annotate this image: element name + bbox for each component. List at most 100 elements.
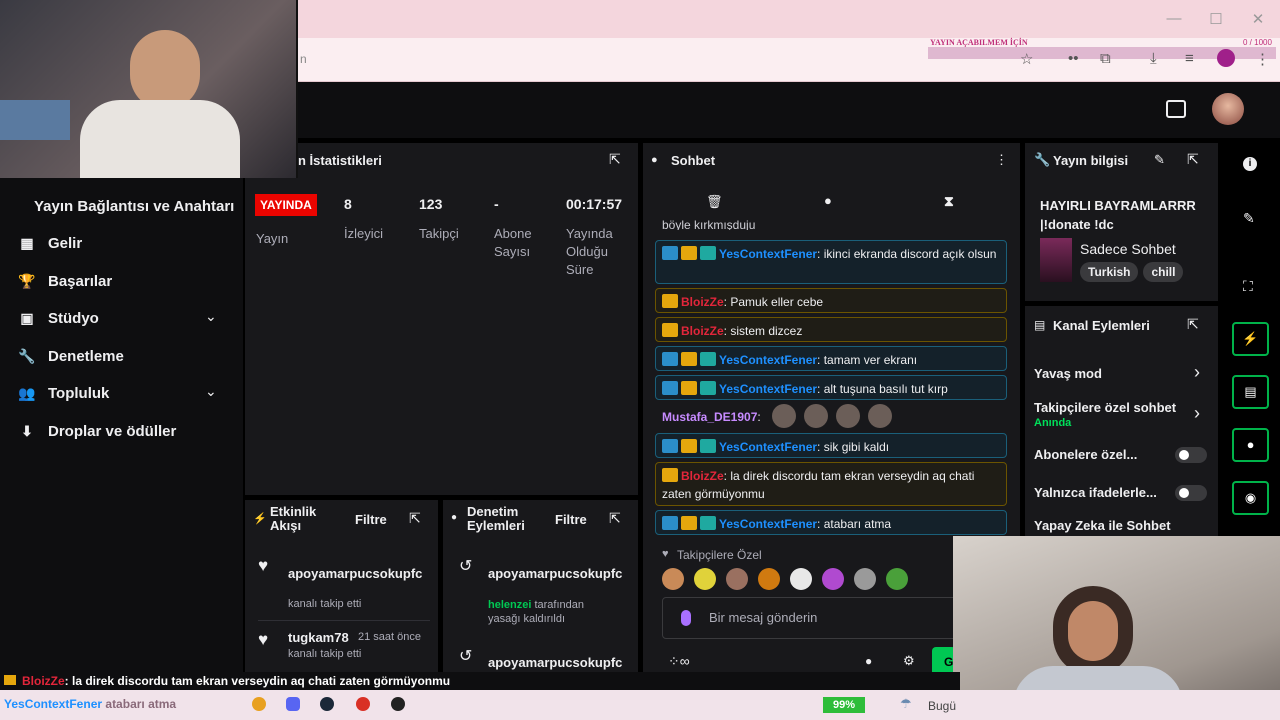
more-icon[interactable]: •• <box>1068 50 1079 67</box>
chat-username[interactable]: YesContextFener <box>719 440 817 454</box>
chevron-right-icon[interactable]: › <box>1194 403 1200 424</box>
stream-category[interactable]: Sadece Sohbet <box>1080 241 1176 257</box>
quick-action-lightning[interactable]: ⚡ <box>1232 322 1269 356</box>
chat-username[interactable]: YesContextFener <box>719 382 817 396</box>
chevron-down-icon[interactable]: ⌄ <box>205 308 217 325</box>
chevron-right-icon[interactable]: › <box>1194 362 1200 383</box>
tag[interactable]: chill <box>1143 262 1184 282</box>
extensions-icon[interactable]: ⧉ <box>1100 50 1111 67</box>
chat-input-placeholder: Bir mesaj gönderin <box>709 610 818 625</box>
browser-icon[interactable] <box>356 697 370 711</box>
chat-input[interactable]: Bir mesaj gönderin <box>662 597 962 639</box>
discord-icon[interactable] <box>286 697 300 711</box>
media-icon[interactable]: ≡ <box>1185 50 1194 67</box>
chat-message: YesContextFener: tamam ver ekranı <box>655 346 1007 371</box>
chat-username[interactable]: BloizZe <box>681 295 724 309</box>
info-icon[interactable]: i <box>1243 157 1257 171</box>
emote-icon <box>868 404 892 428</box>
moderation-filter-button[interactable]: Filtre <box>555 512 587 527</box>
steam-icon[interactable] <box>320 697 334 711</box>
emote-icon[interactable] <box>694 568 716 590</box>
emote-icon[interactable] <box>726 568 748 590</box>
stream-title-line-2: |!donate !dc <box>1040 217 1114 232</box>
chat-username[interactable]: BloizZe <box>681 469 724 483</box>
chrome-icon[interactable] <box>252 697 266 711</box>
popout-icon[interactable]: ⇱ <box>609 151 621 168</box>
popout-icon[interactable]: ⇱ <box>409 510 421 527</box>
popout-icon[interactable]: ⇱ <box>1187 151 1199 168</box>
followers-label: Takipçi <box>419 226 459 241</box>
chat-username[interactable]: YesContextFener <box>719 247 817 261</box>
hourglass-icon[interactable]: ⧗ <box>944 193 954 210</box>
avatar[interactable] <box>1212 93 1244 125</box>
moderation-user[interactable]: apoyamarpucsokupfc <box>488 566 622 581</box>
profile-icon[interactable] <box>1217 49 1235 67</box>
slow-mode-label[interactable]: Yavaş mod <box>1034 366 1102 381</box>
emote-icon[interactable] <box>662 568 684 590</box>
chat-icon[interactable]: ● <box>824 193 832 208</box>
activity-user[interactable]: apoyamarpucsokupfc <box>288 566 422 581</box>
sidebar-item-droplar[interactable]: ⬇ Droplar ve ödüller <box>18 419 176 443</box>
chat-username[interactable]: BloizZe <box>681 324 724 338</box>
inbox-icon[interactable] <box>1166 100 1186 118</box>
popout-icon[interactable]: ⇱ <box>609 510 621 527</box>
emote-icon[interactable] <box>758 568 780 590</box>
ai-chat-label[interactable]: Yapay Zeka ile Sohbet <box>1034 518 1171 536</box>
focus-icon[interactable]: ⛶ <box>1243 278 1253 295</box>
pencil-icon[interactable]: ✎ <box>1154 152 1165 168</box>
followers-chat-label[interactable]: Takipçilere özel sohbet <box>1034 400 1176 415</box>
emote-icon[interactable] <box>886 568 908 590</box>
ticker-user: BloizZe <box>22 674 65 688</box>
vip-badge-icon <box>662 516 678 530</box>
subs-only-toggle[interactable] <box>1175 447 1207 463</box>
emote-icon[interactable] <box>790 568 812 590</box>
sidebar-connection-label[interactable]: Yayın Bağlantısı ve Anahtarı <box>34 198 234 215</box>
obs-icon[interactable] <box>391 697 405 711</box>
taskbar-ticker: YesContextFener atabarı atma <box>4 697 176 711</box>
points-icon[interactable]: ⁘∞ <box>668 653 690 670</box>
followers-value: 123 <box>419 196 443 212</box>
kebab-menu-icon[interactable]: ⋮ <box>995 152 1008 168</box>
microphone-icon[interactable] <box>681 610 691 626</box>
minimize-button[interactable]: — <box>1164 10 1184 27</box>
chat-username[interactable]: Mustafa_DE1907 <box>662 410 757 424</box>
close-button[interactable]: ✕ <box>1248 10 1268 28</box>
download-icon[interactable]: ⤓ <box>1150 50 1157 67</box>
star-icon[interactable]: ☆ <box>1020 50 1033 68</box>
crown-badge-icon <box>662 294 678 308</box>
sidebar-item-gelir[interactable]: ▦ Gelir <box>18 231 82 255</box>
emote-icon[interactable] <box>822 568 844 590</box>
moderator-name[interactable]: helenzei <box>488 599 531 611</box>
moderation-user[interactable]: apoyamarpucsokupfc <box>488 655 622 670</box>
trash-icon[interactable]: 🗑 <box>706 194 723 210</box>
activity-user[interactable]: tugkam78 <box>288 630 349 645</box>
emote-icon[interactable] <box>854 568 876 590</box>
sidebar-item-studyo[interactable]: ▣ Stüdyo <box>18 306 98 330</box>
chat-partial-message: böyle kırkmışduju <box>662 218 756 230</box>
menu-icon[interactable]: ⋮ <box>1255 50 1270 68</box>
chat-username[interactable]: YesContextFener <box>719 517 817 531</box>
address-bar[interactable]: n <box>298 38 1280 82</box>
emote-row <box>662 568 952 592</box>
sidebar-item-basarilar[interactable]: 🏆 Başarılar <box>18 269 112 293</box>
viewers-label: İzleyici <box>344 226 384 241</box>
chevron-down-icon[interactable]: ⌄ <box>205 383 217 400</box>
emotes-only-toggle[interactable] <box>1175 485 1207 501</box>
maximize-button[interactable]: ☐ <box>1206 10 1226 28</box>
sidebar-item-denetleme[interactable]: 🔧 Denetleme <box>18 344 124 368</box>
chat-username[interactable]: YesContextFener <box>719 353 817 367</box>
chat-icon[interactable]: ● <box>865 654 872 668</box>
tag[interactable]: Turkish <box>1080 262 1139 282</box>
lightning-icon: ⚡ <box>1242 331 1259 346</box>
activity-filter-button[interactable]: Filtre <box>355 512 387 527</box>
quick-action-chat[interactable]: ● <box>1232 428 1269 462</box>
sidebar-item-topluluk[interactable]: 👥 Topluluk <box>18 381 109 405</box>
popout-icon[interactable]: ⇱ <box>1187 316 1199 333</box>
quick-action-broadcast[interactable]: ◉ <box>1232 481 1269 515</box>
emotes-only-label: Yalnızca ifadelerle... <box>1034 485 1157 500</box>
pencil-icon[interactable]: ✎ <box>1243 210 1255 227</box>
quick-action-notes[interactable]: ▤ <box>1232 375 1269 409</box>
activity-title-2: Akışı <box>270 518 302 533</box>
gear-icon[interactable]: ⚙ <box>903 653 915 669</box>
chat-title: Sohbet <box>671 153 716 168</box>
